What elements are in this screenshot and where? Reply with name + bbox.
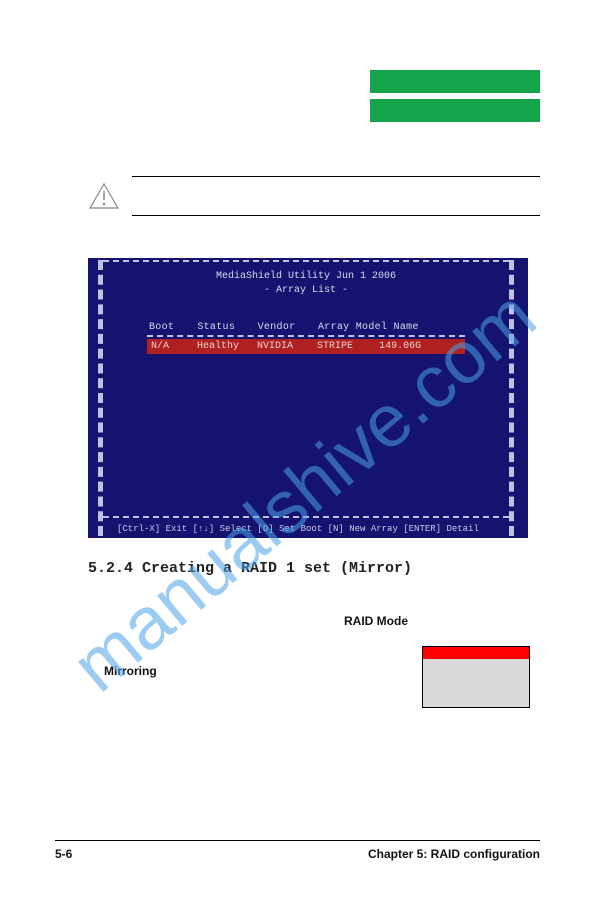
- col-status: Status: [197, 322, 251, 333]
- cell-vendor: NVIDIA: [257, 341, 311, 352]
- bios-array-row: N/A Healthy NVIDIA STRIPE 149.06G: [147, 339, 465, 354]
- page-footer: 5-6 Chapter 5: RAID configuration: [55, 840, 540, 861]
- page-number: 5-6: [55, 847, 72, 861]
- cell-model: STRIPE: [317, 341, 373, 352]
- col-model: Array Model Name: [318, 322, 438, 333]
- bios-title-line1: MediaShield Utility Jun 1 2006: [216, 271, 396, 282]
- cell-size: 149.06G: [379, 341, 429, 352]
- caution-block: [88, 176, 540, 216]
- header-green-box: [370, 70, 540, 122]
- col-vendor: Vendor: [258, 322, 312, 333]
- bios-screenshot: MediaShield Utility Jun 1 2006 - Array L…: [88, 258, 528, 538]
- section-heading: 5.2.4 Creating a RAID 1 set (Mirror): [88, 560, 412, 577]
- cell-boot: N/A: [151, 341, 191, 352]
- col-boot: Boot: [149, 322, 191, 333]
- mirroring-label: Mirroring: [104, 664, 157, 678]
- bios-footer-hints: [Ctrl-X] Exit [↑↓] Select [D] Set Boot […: [117, 524, 495, 534]
- warning-icon: [88, 182, 118, 212]
- bios-title-line2: - Array List -: [264, 285, 348, 296]
- raid-mode-box-header: [423, 647, 529, 659]
- bios-title: MediaShield Utility Jun 1 2006 - Array L…: [103, 270, 509, 298]
- cell-status: Healthy: [197, 341, 251, 352]
- bios-column-headers: Boot Status Vendor Array Model Name: [149, 322, 509, 333]
- raid-mode-label: RAID Mode: [344, 614, 408, 628]
- raid-mode-box: [422, 646, 530, 708]
- chapter-title: Chapter 5: RAID configuration: [368, 847, 540, 861]
